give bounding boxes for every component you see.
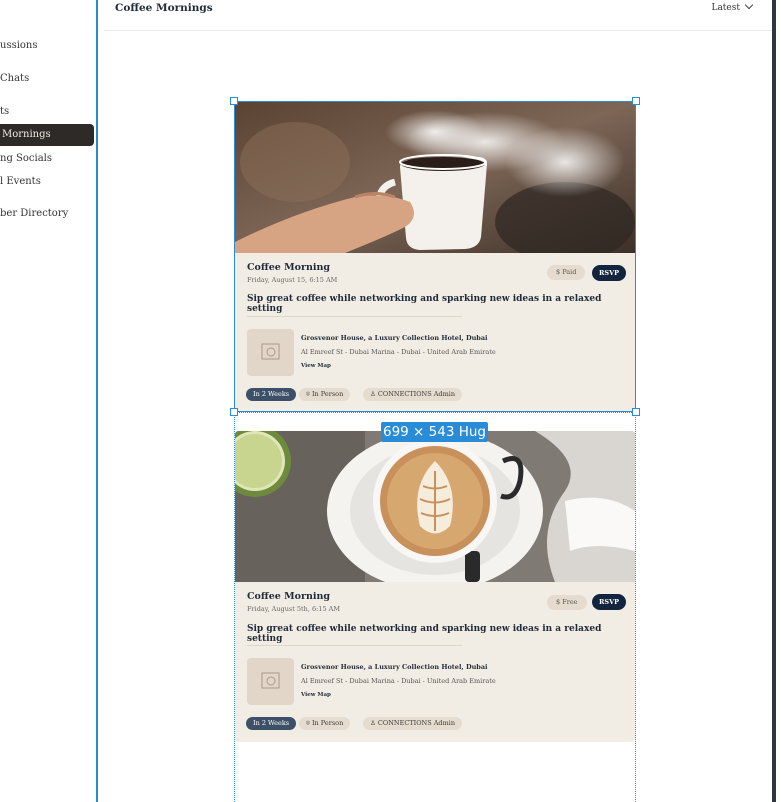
sidebar-item-chats[interactable]: Chats xyxy=(0,73,29,84)
sort-label: Latest xyxy=(711,3,740,13)
sidebar: ussions Chats ts Mornings ng Socials l E… xyxy=(0,0,96,802)
page-header: Coffee Mornings Latest xyxy=(104,0,772,31)
sidebar-item-evening-socials[interactable]: ng Socials xyxy=(0,153,52,164)
sidebar-item-member-directory[interactable]: ber Directory xyxy=(0,208,68,219)
sidebar-item-events[interactable]: ts xyxy=(0,106,9,117)
hug-frame-guide xyxy=(234,412,636,802)
dimension-badge: 699 × 543 Hug xyxy=(381,422,488,442)
resize-handle-bottom-left[interactable] xyxy=(230,408,238,416)
frame-border-left xyxy=(96,0,98,802)
resize-handle-top-left[interactable] xyxy=(230,97,238,105)
resize-handle-top-right[interactable] xyxy=(632,97,640,105)
page-title: Coffee Mornings xyxy=(115,2,213,14)
window-edge-right xyxy=(772,0,776,802)
sidebar-item-coffee-mornings[interactable]: Mornings xyxy=(0,124,94,146)
chevron-down-icon xyxy=(744,0,754,10)
sidebar-item-discussions[interactable]: ussions xyxy=(0,40,38,51)
selection-frame xyxy=(234,101,636,412)
sort-dropdown[interactable]: Latest xyxy=(711,0,754,13)
sidebar-item-special-events[interactable]: l Events xyxy=(0,176,41,187)
resize-handle-bottom-right[interactable] xyxy=(632,408,640,416)
